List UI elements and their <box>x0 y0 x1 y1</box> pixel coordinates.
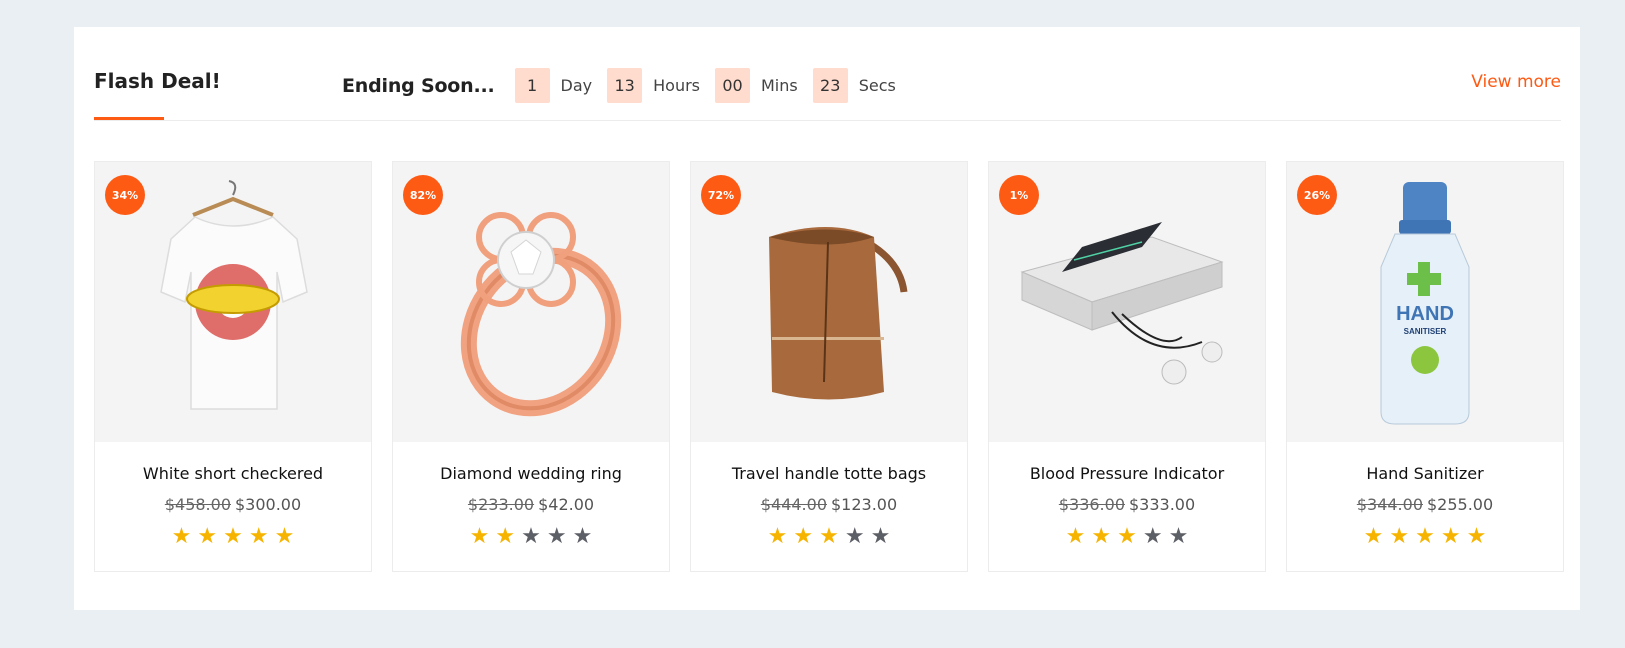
sanitizer-brand-label: HAND <box>1396 303 1454 325</box>
countdown-mins-unit: Mins <box>761 76 798 95</box>
star-icon: ★ <box>819 524 839 549</box>
old-price: $344.00 <box>1356 495 1423 514</box>
star-icon: ★ <box>767 524 788 549</box>
countdown-days-unit: Day <box>560 76 593 95</box>
star-icon: ★ <box>1117 524 1137 549</box>
product-image[interactable]: 34% <box>95 162 371 442</box>
product-name[interactable]: White short checkered <box>95 464 371 483</box>
star-icon: ★ <box>469 524 490 549</box>
product-name[interactable]: Diamond wedding ring <box>393 464 669 483</box>
flash-deal-header: Flash Deal! Ending Soon... 1 Day 13 Hour… <box>94 27 1561 121</box>
star-icon: ★ <box>844 524 865 549</box>
discount-badge: 72% <box>701 175 741 215</box>
discount-badge: 26% <box>1297 175 1337 215</box>
product-card[interactable]: 72% Travel handle totte bags $444.00 $123… <box>690 161 968 572</box>
rating-stars: ★ ★ ★ ★ ★ <box>393 526 669 548</box>
product-prices: $336.00 $333.00 <box>989 495 1265 514</box>
countdown-timer: Ending Soon... 1 Day 13 Hours 00 Mins 23… <box>342 68 911 103</box>
product-card[interactable]: 34% White short checkered $458.00 $300.00… <box>94 161 372 572</box>
rating-stars: ★ ★ ★ ★ ★ <box>691 526 967 548</box>
product-name[interactable]: Hand Sanitizer <box>1287 464 1563 483</box>
countdown-mins: 00 <box>715 68 750 103</box>
star-icon: ★ <box>274 524 295 549</box>
product-image[interactable]: 1% <box>989 162 1265 442</box>
rating-stars: ★ ★ ★ ★ ★ <box>989 526 1265 548</box>
countdown-secs: 23 <box>812 68 848 103</box>
rating-stars: ★ ★ ★ ★ ★ <box>95 526 371 548</box>
discount-badge: 1% <box>999 175 1039 215</box>
star-icon: ★ <box>1466 524 1487 549</box>
star-icon: ★ <box>1389 524 1410 549</box>
star-icon: ★ <box>197 524 218 549</box>
sanitizer-bottle-icon: HAND SANITISER <box>1380 182 1470 425</box>
sanitizer-sub-label: SANITISER <box>1404 327 1447 336</box>
star-icon: ★ <box>521 524 541 549</box>
old-price: $233.00 <box>467 495 535 514</box>
ring-icon <box>460 212 622 417</box>
old-price: $444.00 <box>760 495 827 514</box>
product-image[interactable]: 72% <box>691 162 967 442</box>
product-name[interactable]: Blood Pressure Indicator <box>989 464 1265 483</box>
product-prices: $344.00 $255.00 <box>1287 495 1563 514</box>
star-icon: ★ <box>1065 524 1086 549</box>
product-image[interactable]: 26% HAND SANITISER <box>1287 162 1563 442</box>
view-more-link[interactable]: View more <box>1471 72 1561 92</box>
star-icon: ★ <box>793 524 814 549</box>
countdown-secs-unit: Secs <box>858 76 896 95</box>
product-prices: $233.00 $42.00 <box>393 495 669 514</box>
star-icon: ★ <box>572 524 593 549</box>
star-icon: ★ <box>223 524 243 549</box>
bag-icon <box>769 227 908 400</box>
flash-deal-panel: Flash Deal! Ending Soon... 1 Day 13 Hour… <box>74 27 1580 610</box>
countdown-hours: 13 <box>607 68 643 103</box>
section-title: Flash Deal! <box>94 69 221 93</box>
discount-badge: 82% <box>403 175 443 215</box>
star-icon: ★ <box>1415 524 1435 549</box>
medical-device-icon <box>1020 222 1224 385</box>
product-prices: $444.00 $123.00 <box>691 495 967 514</box>
current-price: $42.00 <box>538 495 595 514</box>
star-icon: ★ <box>1363 524 1384 549</box>
discount-badge: 34% <box>105 175 145 215</box>
star-icon: ★ <box>171 524 192 549</box>
current-price: $255.00 <box>1427 495 1494 514</box>
old-price: $458.00 <box>164 495 231 514</box>
star-icon: ★ <box>248 524 269 549</box>
star-icon: ★ <box>495 524 516 549</box>
tshirt-icon <box>160 180 308 410</box>
product-prices: $458.00 $300.00 <box>95 495 371 514</box>
rating-stars: ★ ★ ★ ★ ★ <box>1287 526 1563 548</box>
star-icon: ★ <box>1142 524 1163 549</box>
product-image[interactable]: 82% <box>393 162 669 442</box>
star-icon: ★ <box>870 524 891 549</box>
ending-soon-label: Ending Soon... <box>342 74 495 97</box>
current-price: $333.00 <box>1129 495 1196 514</box>
star-icon: ★ <box>1168 524 1189 549</box>
product-list: 34% White short checkered $458.00 $300.00… <box>94 161 1564 572</box>
countdown-hours-unit: Hours <box>653 76 700 95</box>
star-icon: ★ <box>546 524 567 549</box>
star-icon: ★ <box>1440 524 1461 549</box>
product-card[interactable]: 82% Diamond wedding ring $233.00$42.00 <box>392 161 670 572</box>
current-price: $300.00 <box>235 495 302 514</box>
countdown-days: 1 <box>514 68 550 103</box>
current-price: $123.00 <box>831 495 898 514</box>
title-underline <box>94 117 164 120</box>
star-icon: ★ <box>1091 524 1112 549</box>
old-price: $336.00 <box>1058 495 1125 514</box>
product-card[interactable]: 1% Blood Pressure Indicator $336.00 $333.… <box>988 161 1266 572</box>
product-card[interactable]: 26% HAND SANITISER Hand Sanitizer $344.0… <box>1286 161 1564 572</box>
product-name[interactable]: Travel handle totte bags <box>691 464 967 483</box>
